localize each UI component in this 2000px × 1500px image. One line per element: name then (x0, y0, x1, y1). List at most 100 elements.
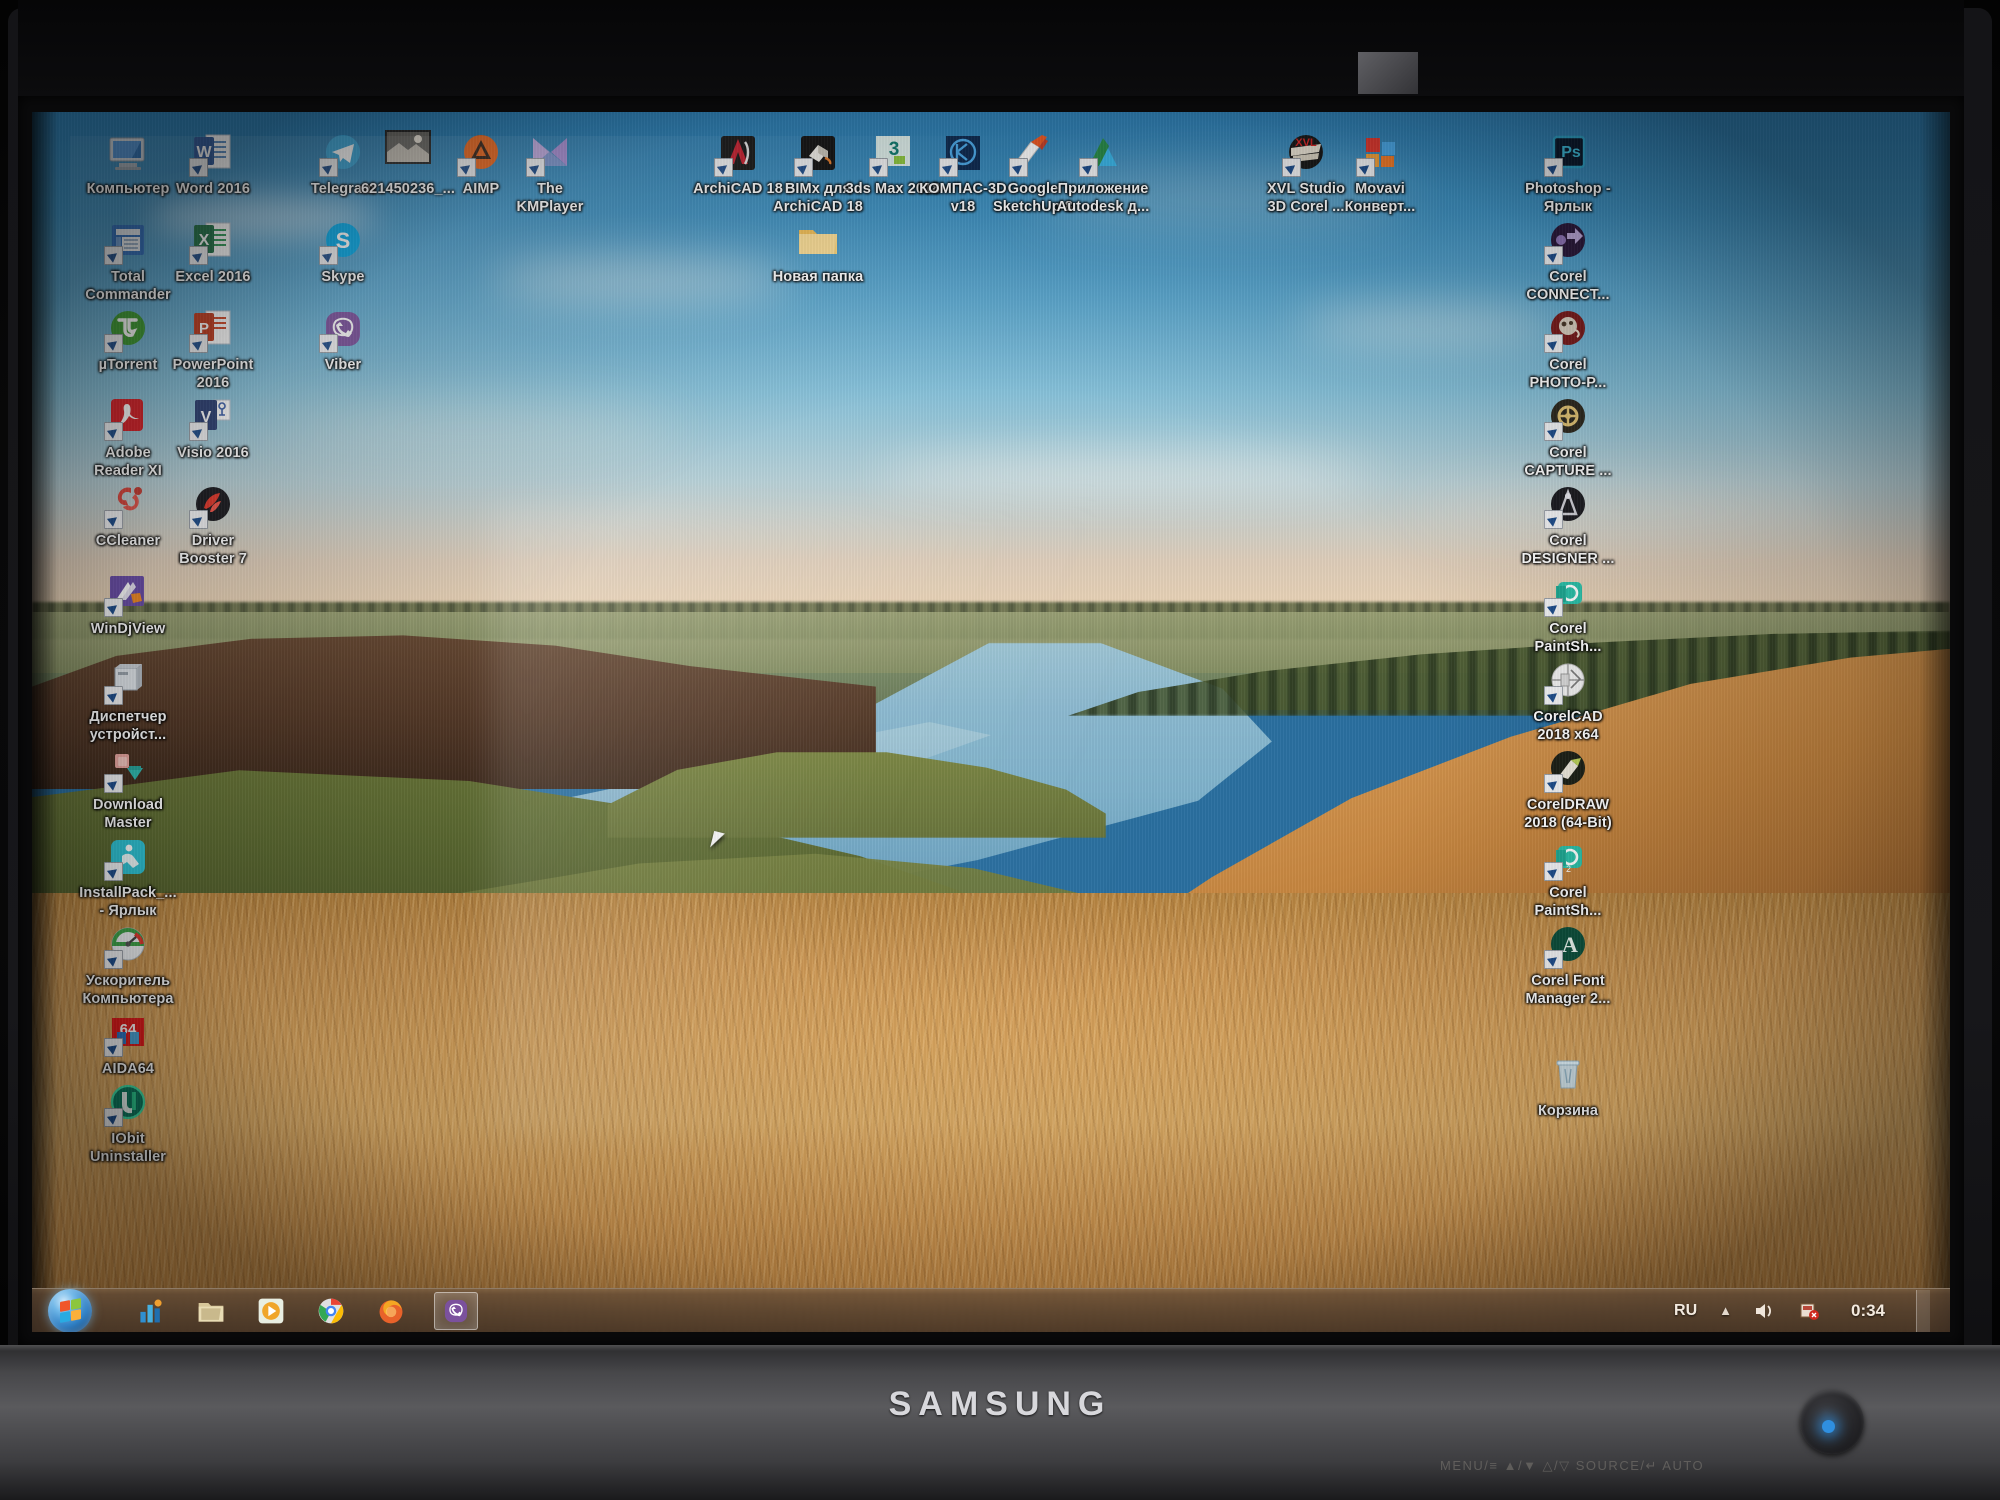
folder-icon (795, 218, 841, 264)
desktop-icon-corel-capture[interactable]: Corel CAPTURE ... (1512, 394, 1624, 480)
svg-text:2: 2 (1566, 864, 1571, 874)
taskbar-item-unknown-app[interactable] (134, 1294, 168, 1328)
word-icon: W (189, 130, 236, 177)
desktop-icon-label: Corel CONNECT... (1526, 269, 1610, 303)
shortcut-arrow-overlay-icon (104, 598, 123, 617)
desktop-icon-corel-paintshop[interactable]: Corel PaintSh... (1512, 570, 1624, 656)
desktop-icon-autodesk[interactable]: Приложение Autodesk д... (1047, 130, 1159, 216)
corel-photopaint-icon (1544, 306, 1591, 353)
aida64-icon: 64 (104, 1010, 151, 1057)
start-button[interactable] (46, 1288, 94, 1332)
brand-logo: SAMSUNG (888, 1385, 1112, 1423)
show-desktop-button[interactable] (1916, 1289, 1930, 1332)
tray-action-center-flag-icon[interactable] (1798, 1301, 1820, 1321)
desktop-icon-label: Corel CAPTURE ... (1524, 445, 1612, 479)
shortcut-arrow-overlay-icon (319, 334, 338, 353)
shortcut-arrow-overlay-icon (1544, 950, 1563, 969)
desktop-icon-label: Download Master (92, 797, 164, 831)
desktop-icon-corel-connect[interactable]: Corel CONNECT... (1512, 218, 1624, 304)
corel-designer-icon (1544, 482, 1591, 529)
desktop-icon-corelcad[interactable]: CorelCAD 2018 x64 (1512, 658, 1624, 744)
chrome-icon (314, 1294, 348, 1328)
desktop-icon-label: Corel Font Manager 2... (1525, 973, 1611, 1007)
tray-show-hidden-icon[interactable]: ▲ (1719, 1303, 1732, 1318)
shortcut-arrow-overlay-icon (1079, 158, 1098, 177)
shortcut-arrow-overlay-icon (1544, 158, 1563, 177)
shortcut-arrow-overlay-icon (1544, 422, 1563, 441)
excel-icon: X (189, 218, 236, 265)
download-master-icon (104, 746, 151, 793)
shortcut-arrow-overlay-icon (104, 422, 123, 441)
viber-icon (434, 1292, 478, 1330)
photoshop-icon: Ps (1544, 130, 1591, 177)
desktop-icon-pc-accelerator[interactable]: Ускоритель Компьютера (72, 922, 184, 1008)
desktop-icon-label: InstallPack_... - Ярлык (79, 885, 177, 919)
desktop-icon-label: Corel DESIGNER ... (1521, 533, 1615, 567)
desktop-icon-corel-font-manager[interactable]: A Corel Font Manager 2... (1512, 922, 1624, 1008)
desktop-icon-visio[interactable]: V Visio 2016 (157, 394, 269, 462)
desktop-icon-label: Movavi Конверт... (1344, 181, 1416, 215)
desktop-icon-device-manager[interactable]: Диспетчер устройст... (72, 658, 184, 744)
desktop-icon-corel-paintshop2[interactable]: 2 Corel PaintSh... (1512, 834, 1624, 920)
folder-explorer-icon (194, 1294, 228, 1328)
visio-icon: V (189, 394, 236, 441)
desktop-icon-recycle-bin[interactable]: Корзина (1512, 1052, 1624, 1120)
taskbar-item-media-player[interactable] (254, 1294, 288, 1328)
taskbar-item-chrome[interactable] (314, 1294, 348, 1328)
desktop-icon-driver-booster[interactable]: Driver Booster 7 (157, 482, 269, 568)
shortcut-arrow-overlay-icon (794, 158, 813, 177)
desktop-icon-skype[interactable]: S Skype (287, 218, 399, 286)
desktop-icon-viber[interactable]: Viber (287, 306, 399, 374)
media-player-icon (254, 1294, 288, 1328)
desktop-icon-label: Corel PHOTO-P... (1529, 357, 1607, 391)
desktop-icon-folder[interactable]: Новая папка (762, 218, 874, 286)
taskbar-item-firefox[interactable] (374, 1294, 408, 1328)
desktop-icon-label: AIDA64 (101, 1061, 155, 1077)
shortcut-arrow-overlay-icon (104, 1038, 123, 1057)
desktop-icon-download-master[interactable]: Download Master (72, 746, 184, 832)
shortcut-arrow-overlay-icon (189, 422, 208, 441)
tray-language-indicator[interactable]: RU (1674, 1302, 1697, 1320)
desktop-icon-kmplayer[interactable]: The KMPlayer (494, 130, 606, 216)
shortcut-arrow-overlay-icon (104, 950, 123, 969)
desktop-icon-label: CCleaner (95, 533, 161, 549)
shortcut-arrow-overlay-icon (1544, 686, 1563, 705)
desktop-icon-coreldraw[interactable]: CorelDRAW 2018 (64-Bit) (1512, 746, 1624, 832)
tray-clock[interactable]: 0:34 (1842, 1301, 1894, 1321)
taskbar-item-explorer[interactable] (194, 1294, 228, 1328)
corel-paintshop-icon (1544, 570, 1591, 617)
taskbar: RU ▲ 0:34 (32, 1288, 1950, 1332)
shortcut-arrow-overlay-icon (104, 334, 123, 353)
desktop-icon-label: IObit Uninstaller (89, 1131, 167, 1165)
desktop-icon-installpack[interactable]: InstallPack_... - Ярлык (72, 834, 184, 920)
desktop-icon-corel-designer[interactable]: Corel DESIGNER ... (1512, 482, 1624, 568)
desktop-icon-photoshop[interactable]: Ps Photoshop - Ярлык (1512, 130, 1624, 216)
shortcut-arrow-overlay-icon (457, 158, 476, 177)
desktop-icon-label: The KMPlayer (516, 181, 584, 215)
shortcut-arrow-overlay-icon (1544, 510, 1563, 529)
utorrent-icon (104, 306, 151, 353)
shortcut-arrow-overlay-icon (526, 158, 545, 177)
desktop-icon-iobit-uninstaller[interactable]: IObit Uninstaller (72, 1080, 184, 1166)
desktop-icon-word[interactable]: W Word 2016 (157, 130, 269, 198)
total-commander-icon (104, 218, 151, 265)
corel-capture-icon (1544, 394, 1591, 441)
taskbar-pinned-items (134, 1291, 478, 1330)
desktop-icon-excel[interactable]: X Excel 2016 (157, 218, 269, 286)
tray-volume-icon[interactable] (1754, 1301, 1776, 1321)
desktop-icon-corel-photopaint[interactable]: Corel PHOTO-P... (1512, 306, 1624, 392)
taskbar-item-viber[interactable] (434, 1291, 478, 1330)
shortcut-arrow-overlay-icon (189, 158, 208, 177)
desktop-icon-windjview[interactable]: WinDjView (72, 570, 184, 638)
shortcut-arrow-overlay-icon (1544, 774, 1563, 793)
shortcut-arrow-overlay-icon (1282, 158, 1301, 177)
desktop-icon-aida64[interactable]: 64 AIDA64 (72, 1010, 184, 1078)
shortcut-arrow-overlay-icon (189, 334, 208, 353)
desktop-icon-movavi[interactable]: Movavi Конверт... (1324, 130, 1436, 216)
power-led[interactable] (1800, 1390, 1864, 1454)
shortcut-arrow-overlay-icon (714, 158, 733, 177)
ccleaner-icon (104, 482, 151, 529)
desktop-icon-label: Driver Booster 7 (179, 533, 247, 567)
desktop-icon-label: PowerPoint 2016 (172, 357, 254, 391)
desktop-icon-powerpoint[interactable]: P PowerPoint 2016 (157, 306, 269, 392)
